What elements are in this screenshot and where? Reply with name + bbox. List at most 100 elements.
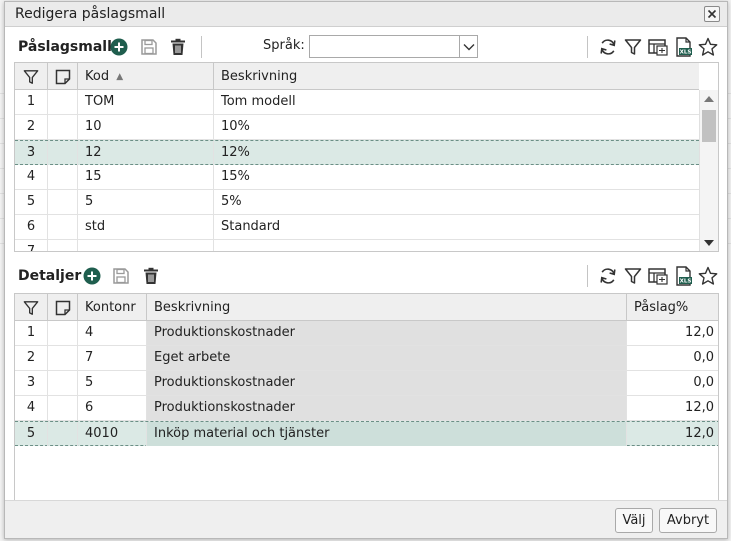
table-row[interactable]: 2 7 Eget arbete 0,0 (15, 346, 718, 371)
table-row[interactable]: 4 6 Produktionskostnader 12,0 (15, 396, 718, 421)
template-columns-button[interactable] (648, 37, 668, 57)
description-cell[interactable]: Eget arbete (147, 346, 627, 370)
row-number[interactable]: 2 (15, 346, 48, 370)
table-row[interactable]: 3 12 12% (15, 140, 699, 165)
column-header-description[interactable]: Beskrivning (214, 63, 699, 90)
note-cell[interactable] (48, 215, 78, 239)
description-cell[interactable]: Produktionskostnader (147, 396, 627, 420)
cancel-button[interactable]: Avbryt (659, 508, 717, 533)
toolbar-separator (201, 36, 202, 58)
template-refresh-button[interactable] (598, 37, 618, 57)
details-add-button[interactable] (82, 266, 102, 286)
code-cell[interactable] (78, 240, 214, 251)
table-row[interactable]: 3 5 Produktionskostnader 0,0 (15, 371, 718, 396)
code-cell[interactable]: 12 (78, 141, 214, 165)
table-row[interactable]: 7 (15, 240, 699, 251)
details-refresh-button[interactable] (598, 266, 618, 286)
description-cell[interactable]: Produktionskostnader (147, 371, 627, 395)
description-cell[interactable]: Standard (214, 215, 699, 239)
table-row[interactable]: 4 15 15% (15, 165, 699, 190)
details-export-button[interactable]: XLS (674, 266, 694, 286)
note-cell[interactable] (48, 240, 78, 251)
language-select[interactable] (309, 35, 478, 58)
row-number[interactable]: 5 (15, 190, 48, 214)
code-cell[interactable]: 15 (78, 165, 214, 189)
table-row[interactable]: 5 5 5% (15, 190, 699, 215)
details-columns-button[interactable] (648, 266, 668, 286)
note-column-header[interactable] (48, 294, 78, 321)
row-number[interactable]: 2 (15, 115, 48, 139)
select-button[interactable]: Välj (615, 508, 653, 533)
code-cell[interactable]: std (78, 215, 214, 239)
table-row[interactable]: 1 4 Produktionskostnader 12,0 (15, 321, 718, 346)
filter-row-toggle[interactable] (15, 63, 48, 90)
note-cell[interactable] (48, 371, 78, 395)
account-cell[interactable]: 5 (78, 371, 147, 395)
language-dropdown-toggle[interactable] (459, 36, 477, 57)
note-column-header[interactable] (48, 63, 78, 90)
account-cell[interactable]: 4010 (78, 422, 147, 446)
column-header-account[interactable]: Kontonr (78, 294, 147, 321)
markup-cell[interactable]: 0,0 (627, 371, 718, 395)
markup-cell[interactable]: 12,0 (627, 396, 718, 420)
markup-cell[interactable]: 0,0 (627, 346, 718, 370)
details-favorite-button[interactable] (698, 266, 718, 286)
description-cell[interactable]: 10% (214, 115, 699, 139)
filter-row-toggle[interactable] (15, 294, 48, 321)
row-number[interactable]: 5 (15, 422, 48, 446)
markup-cell[interactable]: 12,0 (627, 321, 718, 345)
description-cell[interactable]: Tom modell (214, 90, 699, 114)
note-cell[interactable] (48, 190, 78, 214)
column-header-description[interactable]: Beskrivning (147, 294, 627, 321)
account-cell[interactable]: 6 (78, 396, 147, 420)
table-row[interactable]: 6 std Standard (15, 215, 699, 240)
scroll-down-icon[interactable] (704, 240, 714, 246)
table-row[interactable]: 2 10 10% (15, 115, 699, 140)
template-delete-button[interactable] (168, 37, 188, 57)
markup-cell[interactable]: 12,0 (627, 422, 718, 446)
row-number[interactable]: 1 (15, 90, 48, 114)
scroll-up-icon[interactable] (704, 96, 714, 102)
column-header-code[interactable]: Kod ▲ (78, 63, 214, 90)
table-row[interactable]: 1 TOM Tom modell (15, 90, 699, 115)
row-number[interactable]: 3 (15, 371, 48, 395)
table-row[interactable]: 5 4010 Inköp material och tjänster 12,0 (15, 421, 718, 446)
account-cell[interactable]: 7 (78, 346, 147, 370)
note-cell[interactable] (48, 422, 78, 446)
scrollbar-thumb[interactable] (702, 110, 716, 142)
row-number[interactable]: 4 (15, 396, 48, 420)
description-cell[interactable]: 12% (214, 141, 699, 165)
description-cell[interactable] (214, 240, 699, 251)
note-cell[interactable] (48, 321, 78, 345)
code-cell[interactable]: TOM (78, 90, 214, 114)
note-cell[interactable] (48, 165, 78, 189)
row-number[interactable]: 6 (15, 215, 48, 239)
details-delete-button[interactable] (141, 266, 161, 286)
details-filter-button[interactable] (623, 266, 643, 286)
template-add-button[interactable] (109, 37, 129, 57)
row-number[interactable]: 1 (15, 321, 48, 345)
note-cell[interactable] (48, 396, 78, 420)
template-grid-scrollbar[interactable] (699, 90, 718, 251)
template-favorite-button[interactable] (698, 37, 718, 57)
code-cell[interactable]: 5 (78, 190, 214, 214)
description-cell[interactable]: 15% (214, 165, 699, 189)
note-cell[interactable] (48, 115, 78, 139)
row-number[interactable]: 4 (15, 165, 48, 189)
note-cell[interactable] (48, 90, 78, 114)
note-cell[interactable] (48, 141, 78, 165)
account-cell[interactable]: 4 (78, 321, 147, 345)
row-number[interactable]: 7 (15, 240, 48, 251)
close-button[interactable] (704, 6, 720, 22)
details-save-button[interactable] (111, 266, 131, 286)
row-number[interactable]: 3 (15, 141, 48, 165)
note-cell[interactable] (48, 346, 78, 370)
description-cell[interactable]: Produktionskostnader (147, 321, 627, 345)
code-cell[interactable]: 10 (78, 115, 214, 139)
description-cell[interactable]: Inköp material och tjänster (147, 422, 627, 446)
template-save-button[interactable] (139, 37, 159, 57)
description-cell[interactable]: 5% (214, 190, 699, 214)
template-export-button[interactable]: XLS (674, 37, 694, 57)
template-filter-button[interactable] (623, 37, 643, 57)
column-header-markup[interactable]: Påslag% (627, 294, 718, 321)
